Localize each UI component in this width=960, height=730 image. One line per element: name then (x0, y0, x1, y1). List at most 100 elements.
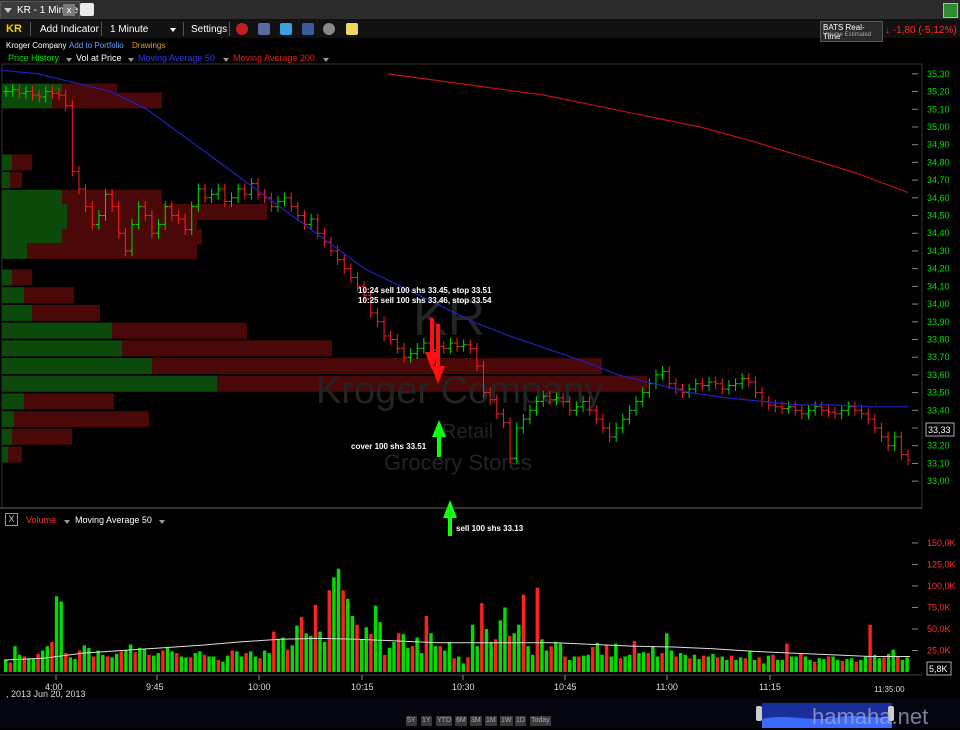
volume-bar (665, 633, 669, 672)
volume-bar (609, 656, 613, 672)
volume-bar (170, 651, 174, 672)
time-tick-label: 11:15 (759, 682, 781, 692)
volume-bar (470, 624, 475, 672)
volume-bar (272, 631, 276, 672)
chevron-down-icon[interactable] (64, 520, 70, 524)
range-button-1y[interactable]: 1Y (421, 716, 432, 726)
volume-bar (276, 639, 281, 672)
volume-bar (711, 653, 715, 672)
volume-bar (729, 655, 734, 672)
vap-bar-down (112, 322, 247, 339)
volume-bar (683, 654, 687, 672)
last-price-label: 33,33 (928, 425, 951, 435)
volume-bar (725, 659, 729, 672)
volume-bar (59, 601, 63, 672)
volume-bar (567, 659, 572, 672)
volume-bar (230, 650, 234, 672)
chart-canvas[interactable]: KR Kroger Company Retail Grocery Stores … (0, 0, 960, 728)
volume-tick-label: 75,0K (927, 602, 951, 612)
range-button-ytd[interactable]: YTD (436, 716, 452, 726)
range-button-1d[interactable]: 1D (515, 716, 526, 726)
volume-bar (484, 628, 489, 672)
time-tick-label: 10:00 (248, 682, 271, 692)
vap-bar-up (2, 446, 8, 463)
navigator-left-handle[interactable] (756, 706, 762, 721)
legend-volume-ma50[interactable]: Moving Average 50 (75, 515, 152, 525)
volume-bar (40, 650, 45, 672)
time-tick-label: 9:45 (146, 682, 164, 692)
volume-bar (563, 656, 567, 672)
vap-bar-up (2, 358, 152, 375)
volume-bar (577, 656, 581, 672)
price-tick-label: 35,30 (927, 69, 950, 79)
volume-bar (138, 647, 142, 672)
volume-bar (383, 654, 387, 672)
volume-bar (179, 656, 184, 672)
volume-bar (17, 654, 22, 672)
volume-bar (45, 646, 50, 672)
price-tick-label: 33,40 (927, 405, 950, 415)
vap-bar-up (2, 393, 24, 410)
volume-bar (845, 659, 849, 672)
volume-bar (591, 647, 595, 672)
volume-bar (341, 590, 345, 672)
price-tick-label: 34,40 (927, 228, 950, 238)
range-button-1m[interactable]: 1M (485, 716, 497, 726)
volume-bar (396, 633, 401, 672)
price-tick-label: 33,20 (927, 441, 950, 451)
volume-bar (900, 659, 905, 672)
volume-bar (688, 658, 692, 672)
range-button-3m[interactable]: 3M (470, 716, 482, 726)
volume-tick-label: 125,0K (927, 559, 956, 569)
volume-bar (517, 624, 521, 672)
volume-bar (142, 648, 147, 672)
volume-bar (147, 654, 151, 672)
price-tick-label: 35,00 (927, 122, 950, 132)
volume-bar (873, 654, 877, 672)
range-button-today[interactable]: Today (530, 716, 551, 726)
volume-bar (826, 656, 831, 672)
legend-volume[interactable]: Volume (26, 515, 56, 525)
price-tick-label: 35,20 (927, 87, 950, 97)
site-watermark: hamaha.net (812, 704, 929, 729)
volume-bar (646, 653, 650, 672)
volume-bar (378, 622, 382, 672)
price-tick-label: 33,70 (927, 352, 950, 362)
range-button-5y[interactable]: 5Y (406, 716, 417, 726)
range-button-1w[interactable]: 1W (500, 716, 513, 726)
volume-bar (655, 656, 660, 672)
vap-bar-down (12, 428, 72, 445)
volume-bar (91, 656, 96, 672)
volume-bar (461, 663, 466, 672)
chevron-down-icon[interactable] (159, 520, 165, 524)
volume-bar (216, 659, 221, 672)
volume-bar (480, 603, 484, 672)
volume-bar (748, 650, 752, 672)
vap-bar-down (12, 269, 32, 286)
vap-bar-up (2, 154, 12, 171)
volume-bar (554, 641, 558, 672)
range-button-6m[interactable]: 6M (455, 716, 467, 726)
vap-bar-up (2, 189, 62, 206)
price-tick-label: 34,10 (927, 281, 950, 291)
volume-bar (614, 643, 618, 672)
volume-bar (697, 659, 701, 672)
price-tick-label: 34,00 (927, 299, 950, 309)
volume-bar (692, 654, 697, 672)
volume-bar (812, 661, 817, 672)
volume-bar (420, 653, 424, 672)
sell-arrow-green (443, 500, 457, 536)
volume-bar (530, 654, 535, 672)
volume-bar (447, 641, 452, 672)
vap-bar-down (12, 154, 32, 171)
volume-bar (119, 651, 123, 672)
close-panel-icon[interactable]: X (5, 513, 18, 526)
volume-bar (803, 656, 808, 672)
volume-bar (604, 644, 609, 672)
volume-bar (188, 657, 193, 672)
annotation-sell-3: sell 100 shs 33.13 (456, 524, 524, 533)
volume-bar (507, 635, 512, 672)
time-tick-label: 10:15 (351, 682, 374, 692)
price-tick-label: 34,80 (927, 157, 950, 167)
volume-bar (424, 616, 429, 672)
